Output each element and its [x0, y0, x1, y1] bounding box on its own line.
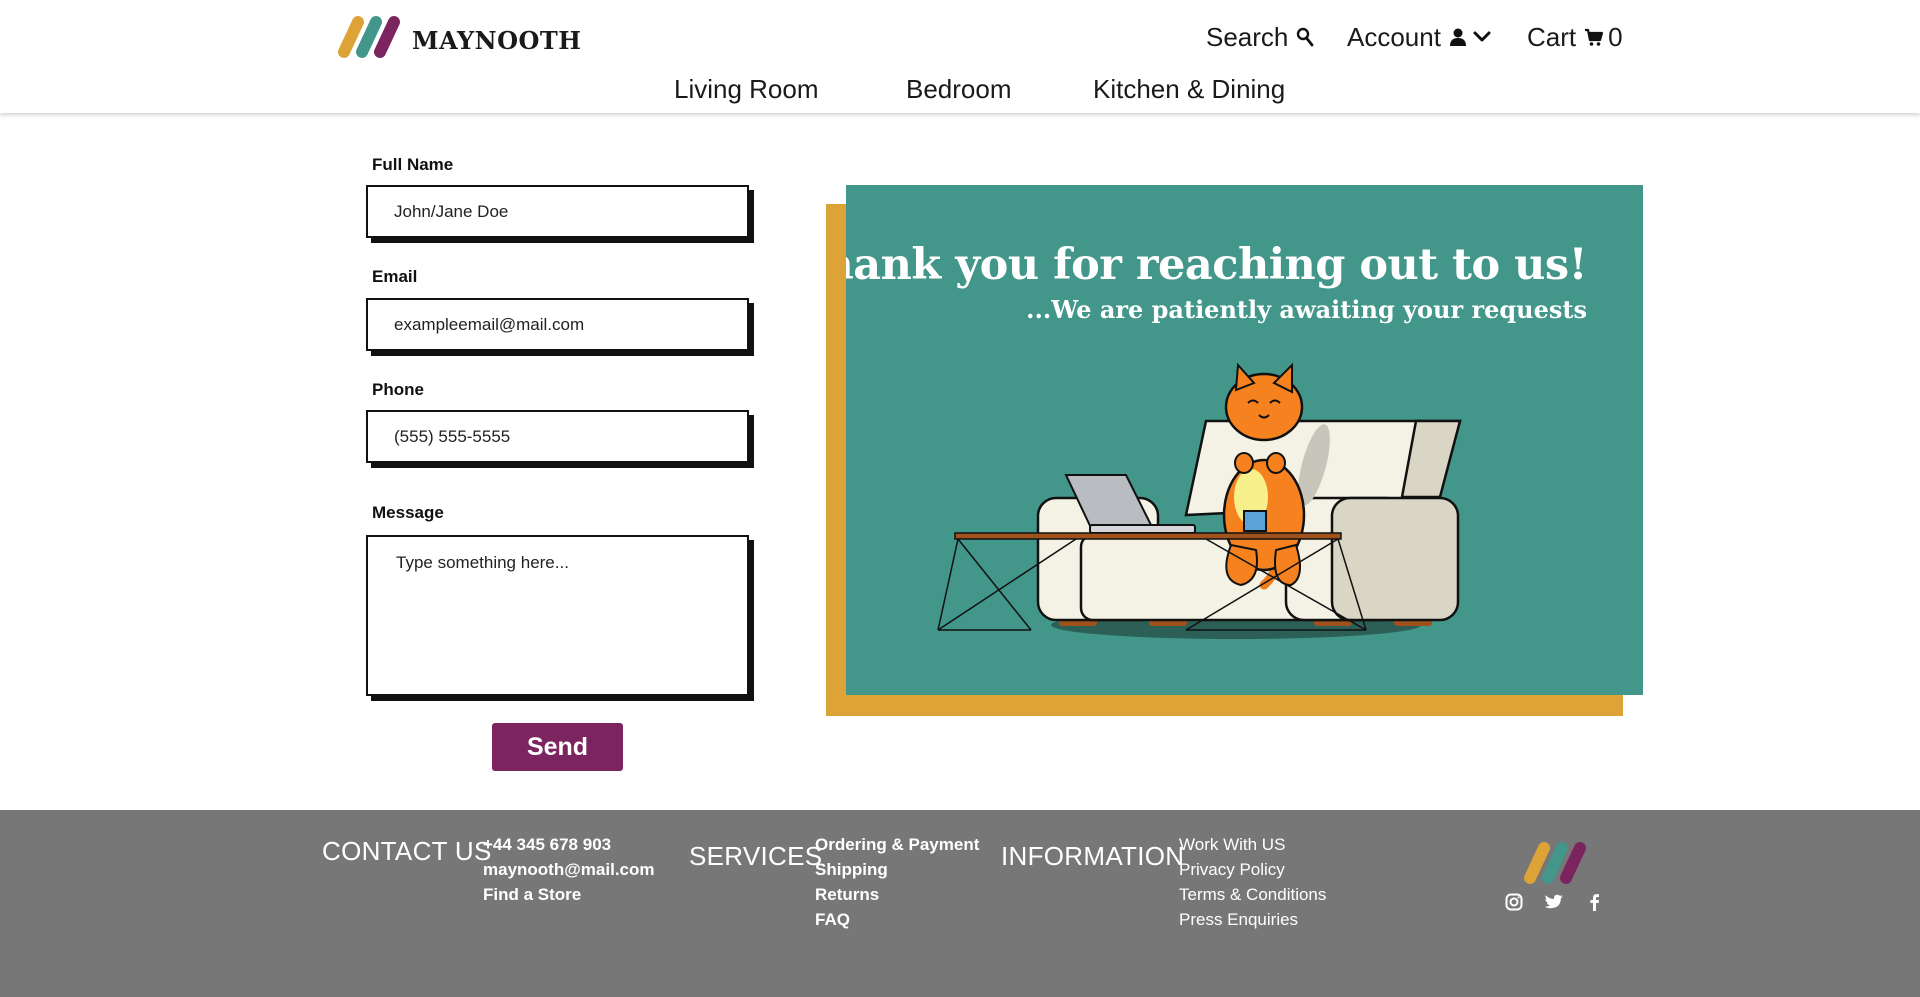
information-list: Work With US Privacy Policy Terms & Cond…	[1179, 832, 1326, 932]
cart-label: Cart	[1527, 21, 1577, 52]
full-name-label: Full Name	[372, 155, 454, 174]
site-footer: CONTACT US +44 345 678 903 maynooth@mail…	[0, 810, 1920, 997]
phone-placeholder: (555) 555-5555	[394, 426, 511, 446]
search-icon	[1297, 27, 1314, 47]
site-header: MAYNOOTH Search Account Cart 0 Living Ro…	[0, 0, 1920, 113]
shipping-link[interactable]: Shipping	[815, 857, 979, 882]
email-placeholder: exampleemail@mail.com	[394, 314, 585, 334]
contact-heading: CONTACT US	[322, 836, 492, 866]
services-heading: SERVICES	[689, 841, 823, 871]
facebook-icon[interactable]	[1584, 892, 1604, 912]
message-label: Message	[372, 503, 444, 522]
thank-you-card: Thank you for reaching out to us! ...We …	[846, 185, 1643, 695]
logo-mark-icon	[1524, 842, 1586, 884]
contact-phone[interactable]: +44 345 678 903	[483, 832, 655, 857]
user-icon	[1449, 28, 1466, 46]
card-subtitle: ...We are patiently awaiting your reques…	[1026, 295, 1587, 324]
social-links	[1504, 892, 1604, 912]
privacy-policy-link[interactable]: Privacy Policy	[1179, 857, 1326, 882]
brand-name: MAYNOOTH	[412, 25, 582, 55]
contact-email[interactable]: maynooth@mail.com	[483, 857, 655, 882]
card-title: Thank you for reaching out to us!	[846, 240, 1587, 290]
instagram-icon[interactable]	[1504, 892, 1524, 912]
faq-link[interactable]: FAQ	[815, 907, 979, 932]
brand-logo[interactable]: MAYNOOTH	[334, 14, 581, 60]
footer-logo[interactable]	[1520, 840, 1594, 890]
email-input[interactable]: exampleemail@mail.com	[366, 298, 749, 351]
full-name-input[interactable]: John/Jane Doe	[366, 185, 749, 238]
nav-living-room[interactable]: Living Room	[674, 71, 819, 107]
press-enquiries-link[interactable]: Press Enquiries	[1179, 907, 1326, 932]
full-name-placeholder: John/Jane Doe	[394, 201, 509, 221]
send-button[interactable]: Send	[492, 723, 623, 771]
phone-label: Phone	[372, 380, 424, 399]
terms-link[interactable]: Terms & Conditions	[1179, 882, 1326, 907]
nav-bedroom[interactable]: Bedroom	[906, 71, 1012, 107]
returns-link[interactable]: Returns	[815, 882, 979, 907]
cart-icon	[1585, 28, 1604, 46]
services-list: Ordering & Payment Shipping Returns FAQ	[815, 832, 979, 932]
logo-mark-icon	[338, 16, 400, 58]
cart-count: 0	[1608, 21, 1623, 52]
cart-link[interactable]: Cart 0	[1527, 18, 1623, 56]
message-placeholder: Type something here...	[396, 553, 569, 572]
email-label: Email	[372, 267, 418, 286]
twitter-icon[interactable]	[1544, 892, 1564, 912]
phone-input[interactable]: (555) 555-5555	[366, 410, 749, 463]
search-link[interactable]: Search	[1206, 18, 1314, 56]
chevron-down-icon	[1473, 31, 1491, 42]
information-heading: INFORMATION	[1001, 841, 1185, 871]
account-menu[interactable]: Account	[1347, 18, 1491, 56]
ordering-payment-link[interactable]: Ordering & Payment	[815, 832, 979, 857]
search-label: Search	[1206, 21, 1289, 52]
message-textarea[interactable]: Type something here...	[366, 535, 749, 696]
account-label: Account	[1347, 21, 1441, 52]
nav-kitchen-dining[interactable]: Kitchen & Dining	[1093, 71, 1285, 107]
find-store-link[interactable]: Find a Store	[483, 882, 655, 907]
work-with-us-link[interactable]: Work With US	[1179, 832, 1326, 857]
contact-list: +44 345 678 903 maynooth@mail.com Find a…	[483, 832, 655, 907]
